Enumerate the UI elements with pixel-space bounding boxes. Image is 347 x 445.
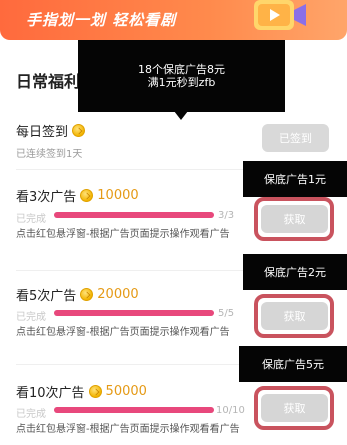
task-3-desc: 点击红包悬浮窗-根据广告页面提示操作观看看广告	[16, 424, 240, 435]
task-3-reward: 50000	[105, 384, 147, 399]
task-1-title: 看3次广告 10000	[16, 186, 139, 205]
task-3-title: 看10次广告 50000	[16, 382, 147, 401]
task-2-progress-fill	[54, 310, 214, 316]
tooltip-task-2: 保底广告2元	[243, 254, 347, 290]
video-icon	[254, 0, 306, 30]
task-3-progress-fill	[54, 407, 214, 413]
task-1-progress-fill	[54, 212, 214, 218]
task-3-status: 已完成	[16, 409, 46, 420]
task-2-progress-text: 5/5	[218, 308, 235, 319]
checkin-label: 每日签到	[16, 125, 69, 140]
checkin-sub: 已连续签到1天	[16, 149, 83, 160]
task-2-status: 已完成	[16, 312, 46, 323]
task-3-label: 看10次广告	[16, 386, 85, 401]
task-1-reward: 10000	[97, 188, 139, 203]
task-2-label: 看5次广告	[16, 289, 77, 304]
task-1-progress-bar	[54, 212, 214, 218]
task-1-progress-text: 3/3	[218, 210, 235, 221]
coin-icon	[72, 124, 86, 137]
task-2-get-button[interactable]: 获取	[261, 302, 328, 330]
coin-icon	[80, 189, 94, 202]
checkin-title: 每日签到	[16, 121, 86, 140]
task-2-title: 看5次广告 20000	[16, 285, 139, 304]
tooltip-top-arrow	[174, 111, 188, 120]
banner-slogan: 手指划一划 轻松看剧	[26, 11, 177, 29]
task-2-progress-bar	[54, 310, 214, 316]
top-banner: 手指划一划 轻松看剧	[0, 0, 347, 40]
task-1-label: 看3次广告	[16, 190, 77, 205]
tooltip-top-line1: 18个保底广告8元	[138, 63, 225, 76]
task-2-desc: 点击红包悬浮窗-根据广告页面提示操作观看广告	[16, 327, 230, 338]
checkin-button[interactable]: 已签到	[262, 124, 329, 152]
task-3-progress-bar	[54, 407, 214, 413]
tooltip-task-1: 保底广告1元	[243, 161, 347, 197]
section-title: 日常福利	[16, 72, 81, 91]
task-1-get-button[interactable]: 获取	[261, 205, 328, 233]
task-3-get-button[interactable]: 获取	[261, 394, 328, 422]
tooltip-top: 18个保底广告8元 满1元秒到zfb	[78, 40, 285, 112]
task-2-reward: 20000	[97, 287, 139, 302]
coin-icon	[88, 385, 102, 398]
tooltip-top-line2: 满1元秒到zfb	[147, 76, 216, 89]
task-3-progress-text: 10/10	[216, 405, 245, 416]
coin-icon	[80, 288, 94, 301]
tooltip-task-3: 保底广告5元	[239, 346, 347, 382]
task-1-status: 已完成	[16, 214, 46, 225]
task-1-desc: 点击红包悬浮窗-根据广告页面提示操作观看广告	[16, 229, 230, 240]
